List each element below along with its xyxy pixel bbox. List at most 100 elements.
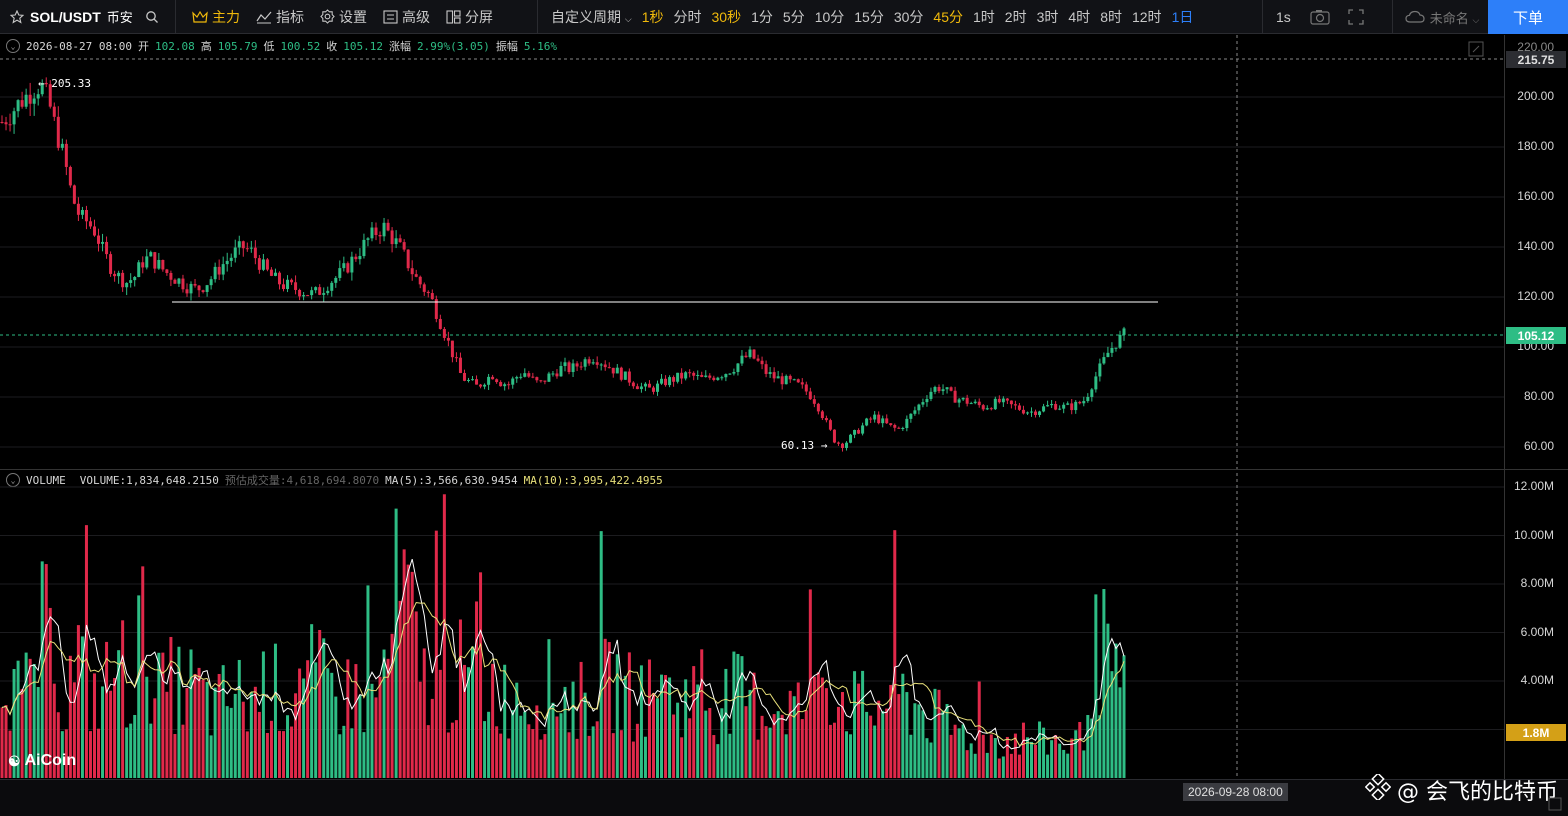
- high-value: 105.79: [217, 39, 258, 53]
- candle-body: [286, 279, 290, 289]
- volume-bar: [756, 739, 760, 778]
- period-button[interactable]: 30秒: [707, 7, 747, 27]
- volume-bar: [173, 734, 177, 778]
- volume-bar: [221, 665, 225, 778]
- interval-button[interactable]: 1s: [1271, 9, 1296, 25]
- volume-bar: [153, 698, 157, 778]
- volume-bar: [985, 752, 989, 778]
- candle-body: [961, 397, 965, 400]
- volume-bar: [137, 595, 141, 778]
- candle-body: [712, 377, 716, 380]
- star-icon[interactable]: [10, 9, 24, 24]
- volume-bar: [672, 714, 676, 778]
- candle-body: [744, 355, 748, 358]
- symbol-name[interactable]: SOL/USDT: [30, 9, 101, 25]
- candle-body: [559, 365, 563, 377]
- volume-bar: [897, 694, 901, 778]
- period-button[interactable]: 分时: [669, 7, 707, 27]
- pane-divider[interactable]: [0, 469, 1568, 470]
- volume-bar: [181, 724, 185, 778]
- period-button[interactable]: 3时: [1032, 7, 1064, 27]
- candle-body: [1086, 396, 1090, 402]
- candle-body: [929, 391, 933, 399]
- period-button[interactable]: 1秒: [637, 7, 669, 27]
- advanced-button[interactable]: 高级: [375, 7, 438, 27]
- candle-body: [273, 272, 277, 276]
- settings-button[interactable]: 设置: [312, 7, 375, 27]
- collapse-icon[interactable]: ⌄: [6, 473, 20, 487]
- custom-period-dropdown[interactable]: 自定义周期 ⌵: [546, 7, 637, 27]
- candle-body: [832, 429, 836, 443]
- volume-bar: [716, 744, 720, 778]
- volume-bar: [539, 739, 543, 778]
- search-icon[interactable]: [145, 10, 159, 24]
- period-button[interactable]: 2时: [1000, 7, 1032, 27]
- volume-bar: [511, 710, 515, 778]
- volume-bar: [531, 729, 535, 778]
- volume-bar: [768, 727, 772, 778]
- volume-bar: [205, 682, 209, 778]
- volume-bar: [326, 668, 330, 778]
- volume-bar: [454, 720, 458, 778]
- ma5-line: [1, 558, 1125, 750]
- period-button[interactable]: 1分: [746, 7, 778, 27]
- candle-body: [949, 387, 953, 391]
- volume-tick-label: 6.00M: [1520, 624, 1554, 639]
- period-button[interactable]: 5分: [778, 7, 810, 27]
- period-button[interactable]: 45分: [928, 7, 968, 27]
- period-button[interactable]: 1时: [968, 7, 1000, 27]
- order-button[interactable]: 下单: [1488, 0, 1568, 34]
- volume-bar: [1062, 749, 1066, 778]
- period-button[interactable]: 1日: [1167, 7, 1199, 27]
- volume-bar: [845, 731, 849, 778]
- cloud-icon[interactable]: [1391, 0, 1425, 34]
- volume-bar: [1042, 727, 1046, 778]
- candle-body: [330, 282, 334, 291]
- time-axis[interactable]: [0, 779, 1568, 816]
- volume-bar: [668, 677, 672, 778]
- candle-body: [334, 277, 338, 283]
- layout-name-dropdown[interactable]: 未命名 ⌵: [1430, 8, 1479, 27]
- volume-bar: [398, 600, 402, 778]
- exchange-name[interactable]: 币安: [107, 7, 133, 26]
- camera-icon[interactable]: [1310, 9, 1330, 25]
- candle-body: [88, 221, 92, 227]
- expand-icon[interactable]: [1468, 41, 1484, 62]
- candle-body: [579, 366, 583, 368]
- volume-bar: [225, 706, 229, 778]
- candle-body: [503, 384, 507, 387]
- candle-body: [157, 259, 161, 269]
- candle-body: [684, 372, 688, 379]
- main-force-button[interactable]: 主力: [184, 7, 248, 27]
- volume-bar: [1013, 733, 1017, 778]
- candle-body: [161, 259, 165, 270]
- candle-body: [965, 397, 969, 404]
- fullscreen-icon[interactable]: [1348, 9, 1364, 25]
- indicator-button[interactable]: 指标: [248, 7, 312, 27]
- settings-small-icon[interactable]: [1548, 797, 1562, 816]
- period-button[interactable]: 12时: [1127, 7, 1167, 27]
- volume-bar: [434, 530, 438, 778]
- volume-bar: [1066, 753, 1070, 778]
- candle-body: [591, 362, 595, 364]
- volume-bar: [949, 734, 953, 778]
- period-button[interactable]: 15分: [849, 7, 889, 27]
- current-volume-tag: 1.8M: [1506, 724, 1566, 741]
- settings-label: 设置: [339, 8, 367, 25]
- split-screen-button[interactable]: 分屏: [438, 7, 501, 27]
- candle-body: [519, 376, 523, 378]
- indicator-label: 指标: [276, 8, 304, 25]
- period-button[interactable]: 10分: [810, 7, 850, 27]
- volume-bar: [523, 711, 527, 778]
- volume-bar: [828, 724, 832, 778]
- collapse-icon[interactable]: ⌄: [6, 39, 20, 53]
- volume-bar: [869, 715, 873, 778]
- logo-text: AiCoin: [24, 752, 77, 769]
- period-button[interactable]: 8时: [1095, 7, 1127, 27]
- period-button[interactable]: 30分: [889, 7, 929, 27]
- volume-bar: [334, 696, 338, 778]
- period-button[interactable]: 4时: [1063, 7, 1095, 27]
- candle-body: [1050, 403, 1054, 406]
- volume-bars: [0, 494, 1126, 778]
- candle-body: [105, 241, 109, 255]
